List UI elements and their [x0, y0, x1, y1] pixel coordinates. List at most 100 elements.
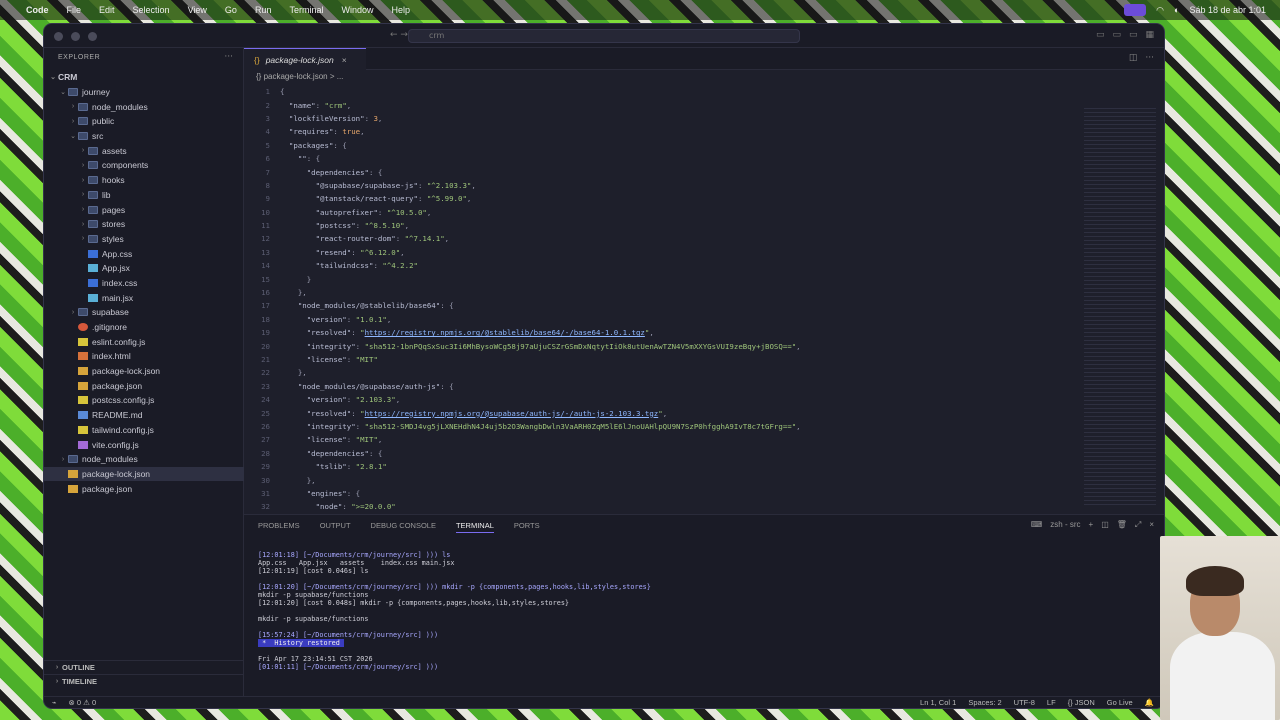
- folder-item[interactable]: › lib: [44, 188, 244, 203]
- code-line[interactable]: 29 "tslib": "2.8.1": [244, 460, 1084, 473]
- toggle-secondary-sidebar-icon[interactable]: ▭: [1129, 30, 1138, 40]
- language-mode[interactable]: {} JSON: [1068, 698, 1095, 707]
- folder-item[interactable]: › public: [44, 114, 244, 129]
- terminal-shell-name[interactable]: zsh - src: [1050, 520, 1080, 530]
- code-line[interactable]: 30 },: [244, 473, 1084, 486]
- split-editor-icon[interactable]: ◫: [1129, 53, 1138, 63]
- code-line[interactable]: 21 "license": "MIT": [244, 353, 1084, 366]
- code-line[interactable]: 3 "lockfileVersion": 3,: [244, 112, 1084, 125]
- code-line[interactable]: 7 "dependencies": {: [244, 165, 1084, 178]
- close-window-icon[interactable]: [54, 32, 63, 41]
- minimap[interactable]: [1084, 108, 1156, 508]
- remote-icon[interactable]: ⌁: [52, 698, 57, 707]
- code-line[interactable]: 13 "resend": "^6.12.0",: [244, 246, 1084, 259]
- file-item[interactable]: README.md: [44, 408, 244, 423]
- code-line[interactable]: 6 "": {: [244, 152, 1084, 165]
- folder-item[interactable]: › assets: [44, 143, 244, 158]
- menu-selection[interactable]: Selection: [133, 5, 170, 15]
- menu-window[interactable]: Window: [341, 5, 373, 15]
- file-item[interactable]: index.css: [44, 276, 244, 291]
- code-line[interactable]: 23 "node_modules/@supabase/auth-js": {: [244, 380, 1084, 393]
- code-line[interactable]: 15 }: [244, 272, 1084, 285]
- code-line[interactable]: 14 "tailwindcss": "^4.2.2": [244, 259, 1084, 272]
- zoom-window-icon[interactable]: [88, 32, 97, 41]
- code-line[interactable]: 26 "integrity": "sha512-SMDJ4vg5jLXNEHdh…: [244, 420, 1084, 433]
- menu-edit[interactable]: Edit: [99, 5, 115, 15]
- file-item[interactable]: .gitignore: [44, 320, 244, 335]
- folder-item[interactable]: › pages: [44, 202, 244, 217]
- folder-item[interactable]: › node_modules: [44, 452, 244, 467]
- terminal-output[interactable]: [12:01:18] [~/Documents/crm/journey/src]…: [258, 551, 651, 671]
- code-line[interactable]: 1{: [244, 85, 1084, 98]
- panel-tab-debug-console[interactable]: DEBUG CONSOLE: [371, 521, 436, 533]
- code-line[interactable]: 11 "postcss": "^8.5.10",: [244, 219, 1084, 232]
- notifications-icon[interactable]: 🔔: [1145, 698, 1154, 707]
- code-line[interactable]: 24 "version": "2.103.3",: [244, 393, 1084, 406]
- file-item[interactable]: package-lock.json: [44, 466, 244, 482]
- close-panel-icon[interactable]: ×: [1149, 520, 1154, 530]
- file-item[interactable]: App.jsx: [44, 261, 244, 276]
- file-item[interactable]: package.json: [44, 481, 244, 496]
- back-arrow-icon[interactable]: ←: [390, 30, 398, 40]
- code-line[interactable]: 9 "@tanstack/react-query": "^5.99.0",: [244, 192, 1084, 205]
- panel-tab-problems[interactable]: PROBLEMS: [258, 521, 300, 533]
- timeline-section[interactable]: › TIMELINE: [44, 674, 244, 688]
- file-item[interactable]: postcss.config.js: [44, 393, 244, 408]
- folder-item[interactable]: › hooks: [44, 173, 244, 188]
- file-item[interactable]: vite.config.js: [44, 437, 244, 452]
- toggle-sidebar-icon[interactable]: ▭: [1096, 30, 1105, 40]
- code-line[interactable]: 19 "resolved": "https://registry.npmjs.o…: [244, 326, 1084, 339]
- panel-tab-ports[interactable]: PORTS: [514, 521, 540, 533]
- problems-count[interactable]: ⊗ 0 ⚠ 0: [69, 698, 97, 707]
- minimize-window-icon[interactable]: [71, 32, 80, 41]
- file-item[interactable]: package-lock.json: [44, 364, 244, 379]
- folder-item[interactable]: › node_modules: [44, 99, 244, 114]
- code-line[interactable]: 18 "version": "1.0.1",: [244, 313, 1084, 326]
- code-line[interactable]: 2 "name": "crm",: [244, 98, 1084, 111]
- encoding[interactable]: UTF-8: [1014, 698, 1035, 707]
- file-item[interactable]: tailwind.config.js: [44, 423, 244, 438]
- outline-section[interactable]: › OUTLINE: [44, 660, 244, 674]
- folder-item[interactable]: › styles: [44, 232, 244, 247]
- code-line[interactable]: 17 "node_modules/@stablelib/base64": {: [244, 299, 1084, 312]
- tab-package-lock[interactable]: {} package-lock.json ×: [244, 48, 366, 70]
- kill-terminal-icon[interactable]: 🗑: [1117, 520, 1127, 530]
- code-line[interactable]: 4 "requires": true,: [244, 125, 1084, 138]
- code-editor[interactable]: 1{2 "name": "crm", 3 "lockfileVersion": 3…: [244, 85, 1084, 513]
- control-center-icon[interactable]: ◐: [1174, 5, 1179, 15]
- breadcrumb[interactable]: {} package-lock.json > ...: [256, 72, 343, 81]
- code-line[interactable]: 31 "engines": {: [244, 487, 1084, 500]
- forward-arrow-icon[interactable]: →: [400, 30, 408, 40]
- customize-layout-icon[interactable]: ▦: [1145, 30, 1154, 40]
- panel-tab-output[interactable]: OUTPUT: [320, 521, 351, 533]
- code-line[interactable]: 8 "@supabase/supabase-js": "^2.103.3",: [244, 179, 1084, 192]
- file-item[interactable]: index.html: [44, 349, 244, 364]
- menu-view[interactable]: View: [188, 5, 207, 15]
- indentation[interactable]: Spaces: 2: [968, 698, 1001, 707]
- maximize-panel-icon[interactable]: ⤢: [1135, 520, 1141, 530]
- file-item[interactable]: main.jsx: [44, 290, 244, 305]
- close-tab-icon[interactable]: ×: [342, 55, 347, 65]
- code-line[interactable]: 27 "license": "MIT",: [244, 433, 1084, 446]
- go-live-button[interactable]: Go Live: [1107, 698, 1133, 707]
- file-item[interactable]: App.css: [44, 246, 244, 261]
- file-item[interactable]: package.json: [44, 378, 244, 393]
- folder-item[interactable]: ⌄ journey: [44, 85, 244, 100]
- menubar-clock[interactable]: Sáb 18 de abr 1:01: [1189, 5, 1266, 15]
- workspace-root[interactable]: ⌄ CRM: [44, 70, 244, 85]
- command-center-search[interactable]: crm: [408, 29, 800, 43]
- panel-tab-terminal[interactable]: TERMINAL: [455, 521, 494, 533]
- code-line[interactable]: 32 "node": ">=20.0.0": [244, 500, 1084, 513]
- menu-run[interactable]: Run: [255, 5, 272, 15]
- code-line[interactable]: 20 "integrity": "sha512-1bnPQqSxSuc3Ii6M…: [244, 339, 1084, 352]
- more-actions-icon[interactable]: ···: [224, 52, 233, 62]
- folder-item[interactable]: › stores: [44, 217, 244, 232]
- wifi-icon[interactable]: ◠: [1156, 5, 1164, 16]
- new-terminal-icon[interactable]: +: [1089, 520, 1094, 530]
- code-line[interactable]: 12 "react-router-dom": "^7.14.1",: [244, 232, 1084, 245]
- code-line[interactable]: 28 "dependencies": {: [244, 447, 1084, 460]
- recording-indicator-icon[interactable]: [1124, 4, 1147, 16]
- folder-item[interactable]: › components: [44, 158, 244, 173]
- menu-terminal[interactable]: Terminal: [289, 5, 323, 15]
- menu-file[interactable]: File: [67, 5, 82, 15]
